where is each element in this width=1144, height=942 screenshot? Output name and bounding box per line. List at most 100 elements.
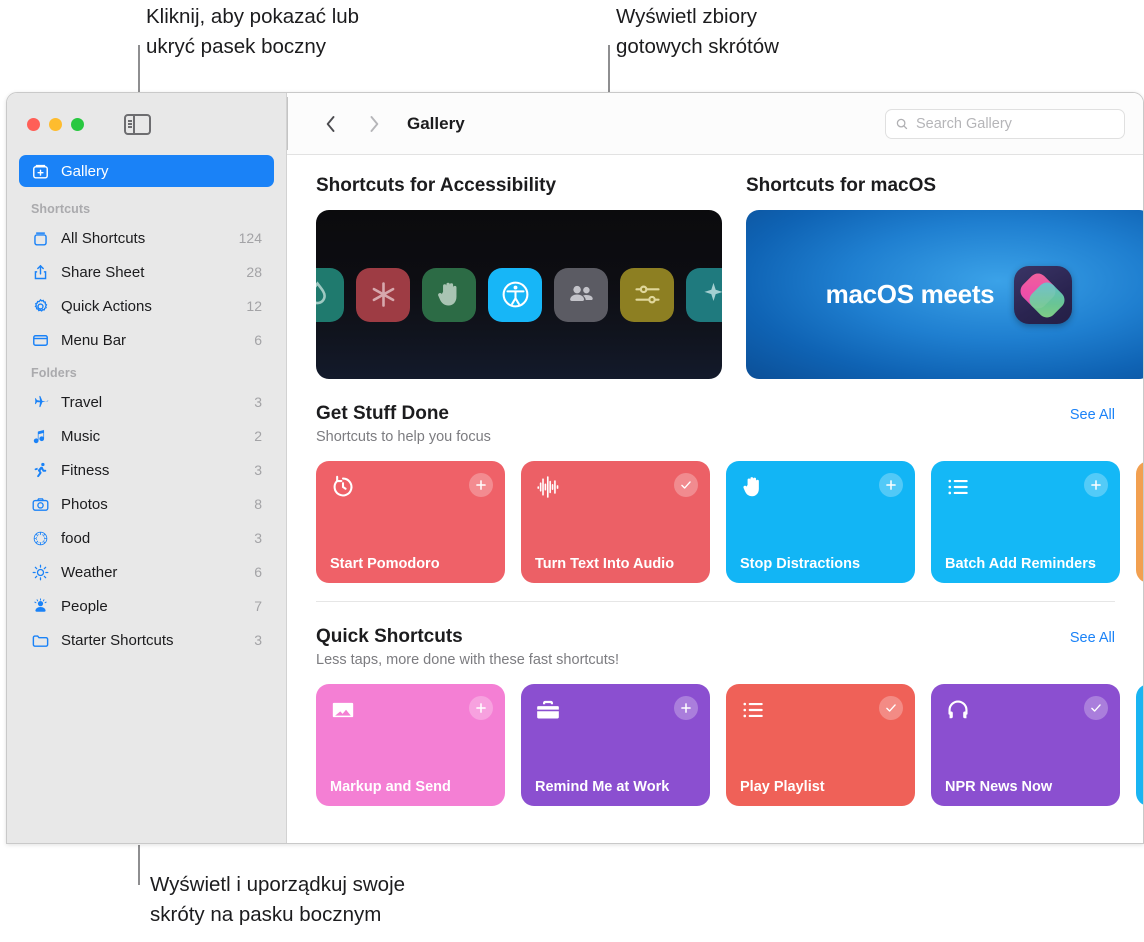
see-all-link[interactable]: See All — [1070, 407, 1115, 423]
sidebar-item-quick-actions[interactable]: Quick Actions 12 — [7, 289, 286, 323]
shortcut-card[interactable]: Stop Distractions — [726, 461, 915, 583]
shortcut-card[interactable]: Markup and Send — [316, 684, 505, 806]
banner-image-accessibility[interactable] — [316, 210, 722, 379]
add-badge[interactable] — [469, 473, 493, 497]
section-subtitle: Less taps, more done with these fast sho… — [316, 652, 620, 668]
shortcut-card-clipped[interactable] — [1136, 461, 1143, 583]
list-bullet-icon — [740, 697, 766, 723]
card-title: NPR News Now — [945, 779, 1053, 795]
card-title: Remind Me at Work — [535, 779, 670, 795]
card-row: Start Pomodoro Turn Text Into Audio Stop… — [316, 461, 1143, 583]
callout-gallery: Wyświetl zbiory gotowych skrótów — [616, 5, 779, 58]
sidebar-item-label: Menu Bar — [61, 331, 127, 349]
banner-macos[interactable]: Shortcuts for macOS macOS meets — [746, 175, 1143, 379]
section-title: Quick Shortcuts — [316, 626, 463, 647]
sidebar-item-starter-shortcuts[interactable]: Starter Shortcuts 3 — [7, 623, 286, 657]
shortcut-card[interactable]: Turn Text Into Audio — [521, 461, 710, 583]
section-get-stuff-done: Get Stuff Done See All Shortcuts to help… — [316, 379, 1143, 602]
search-field[interactable] — [885, 108, 1125, 139]
sidebar-item-label: All Shortcuts — [61, 229, 146, 247]
briefcase-icon — [535, 697, 561, 723]
shortcuts-app-icon — [1014, 265, 1073, 324]
sidebar-item-count: 3 — [254, 632, 262, 648]
sidebar-section-header-shortcuts: Shortcuts — [31, 202, 91, 216]
sidebar-item-people[interactable]: People 7 — [7, 589, 286, 623]
gallery-content[interactable]: Shortcuts for Accessibility Shortcuts fo… — [287, 155, 1143, 843]
card-title: Markup and Send — [330, 779, 451, 795]
sidebar-item-label: Quick Actions — [61, 297, 152, 315]
sidebar-item-share-sheet[interactable]: Share Sheet 28 — [7, 255, 286, 289]
sidebar-item-food[interactable]: food 3 — [7, 521, 286, 555]
sidebar-item-travel[interactable]: Travel 3 — [7, 385, 286, 419]
banner-title: Shortcuts for macOS — [746, 175, 937, 196]
medical-asterisk-icon — [356, 267, 410, 322]
forward-button[interactable] — [361, 111, 387, 137]
callout-leader-bottom — [138, 845, 140, 885]
titlebar — [7, 93, 286, 155]
added-badge[interactable] — [1084, 696, 1108, 720]
add-badge[interactable] — [879, 473, 903, 497]
added-badge[interactable] — [674, 473, 698, 497]
card-title: Start Pomodoro — [330, 556, 440, 572]
macos-banner-text: macOS meets — [825, 279, 995, 309]
sidebar-section-header-folders: Folders — [31, 366, 77, 380]
minimize-button[interactable] — [49, 117, 62, 131]
shortcut-card[interactable]: Play Playlist — [726, 684, 915, 806]
people-icon — [554, 267, 608, 322]
search-icon — [896, 118, 908, 129]
sidebar-item-label: Music — [61, 427, 101, 445]
sparkle-icon — [686, 267, 722, 322]
sidebar-item-music[interactable]: Music 2 — [7, 419, 286, 453]
sidebar-item-all-shortcuts[interactable]: All Shortcuts 124 — [7, 221, 286, 255]
shortcut-card-clipped[interactable] — [1136, 684, 1143, 806]
add-badge[interactable] — [469, 696, 493, 720]
sidebar-item-photos[interactable]: Photos 8 — [7, 487, 286, 521]
list-bullet-icon — [945, 474, 971, 500]
timer-icon — [330, 474, 356, 500]
banner-image-macos[interactable]: macOS meets — [746, 210, 1143, 379]
airplane-icon — [31, 393, 50, 412]
photo-icon — [330, 697, 356, 723]
sidebar-item-label: Fitness — [61, 461, 110, 479]
back-button[interactable] — [317, 111, 343, 137]
macos-banner-content: macOS meets — [746, 210, 1143, 379]
added-badge[interactable] — [879, 696, 903, 720]
headphones-icon — [945, 697, 971, 723]
zoom-button[interactable] — [71, 117, 84, 131]
sidebar-item-fitness[interactable]: Fitness 3 — [7, 453, 286, 487]
shortcut-card[interactable]: Batch Add Reminders — [931, 461, 1120, 583]
toolbar: Gallery — [287, 93, 1143, 155]
section-header: Get Stuff Done See All — [316, 403, 1143, 425]
sidebar-item-weather[interactable]: Weather 6 — [7, 555, 286, 589]
sidebar-item-count: 6 — [254, 564, 262, 580]
shortcut-card[interactable]: Start Pomodoro — [316, 461, 505, 583]
sidebar-item-label: People — [61, 597, 108, 615]
folder-icon — [31, 631, 50, 650]
sidebar-item-count: 3 — [254, 462, 262, 478]
search-input[interactable] — [916, 115, 1115, 132]
sidebar-item-count: 2 — [254, 428, 262, 444]
close-button[interactable] — [27, 117, 40, 131]
banner-row: Shortcuts for Accessibility Shortcuts fo… — [316, 155, 1143, 379]
section-header: Quick Shortcuts See All — [316, 626, 1143, 648]
add-badge[interactable] — [674, 696, 698, 720]
shortcut-card[interactable]: NPR News Now — [931, 684, 1120, 806]
banner-accessibility[interactable]: Shortcuts for Accessibility — [316, 175, 722, 379]
share-icon — [31, 263, 50, 282]
card-title: Batch Add Reminders — [945, 556, 1096, 572]
gear-icon — [31, 297, 50, 316]
sidebar-toggle-icon[interactable] — [124, 113, 151, 135]
sidebar-item-menu-bar[interactable]: Menu Bar 6 — [7, 323, 286, 357]
main-area: Gallery Shortcuts for Accessibility — [287, 93, 1143, 843]
shortcuts-stack-icon — [31, 229, 50, 248]
banner-title: Shortcuts for Accessibility — [316, 175, 557, 196]
sidebar-item-label: Share Sheet — [61, 263, 145, 281]
drop-icon — [316, 267, 344, 322]
shortcut-card[interactable]: Remind Me at Work — [521, 684, 710, 806]
sidebar-item-count: 124 — [238, 230, 262, 246]
add-badge[interactable] — [1084, 473, 1108, 497]
sun-icon — [31, 563, 50, 582]
hand-raised-icon — [740, 474, 766, 500]
see-all-link[interactable]: See All — [1070, 630, 1115, 646]
sidebar-item-gallery[interactable]: Gallery — [19, 155, 274, 187]
